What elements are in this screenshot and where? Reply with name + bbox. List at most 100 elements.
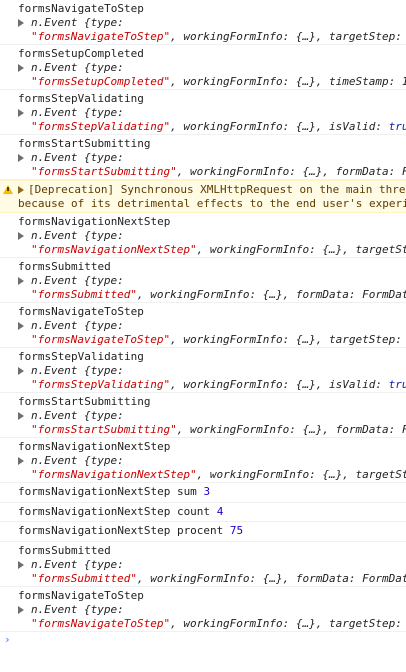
console-message: formsNavigationNextStep n.Event {type: "f…	[0, 438, 406, 483]
event-object-summary[interactable]: n.Event {type:	[18, 409, 406, 423]
console-message: formsStepValidating n.Event {type: "forms…	[0, 348, 406, 393]
object-preview-rest: , workingFormInfo: {…}, formData: FormDa…	[136, 288, 406, 301]
event-type-string: "formsNavigateToStep"	[31, 30, 171, 43]
event-type-string: "formsStartSubmitting"	[31, 165, 177, 178]
console-prompt[interactable]: ›	[0, 632, 406, 648]
event-type-string: "formsSubmitted"	[31, 288, 137, 301]
object-preview-rest: , workingFormInfo: {…}, targetStep:	[170, 30, 402, 43]
object-preview-body: "formsNavigateToStep", workingFormInfo: …	[18, 333, 406, 347]
log-label: formsStartSubmitting	[18, 137, 151, 150]
boolean-value: tru	[388, 378, 406, 391]
object-preview-head: n.Event {type:	[31, 16, 124, 29]
expand-triangle-icon[interactable]	[18, 19, 24, 27]
event-object-summary[interactable]: n.Event {type:	[18, 106, 406, 120]
object-preview-rest: , workingFormInfo: {…}, targetStep:	[170, 616, 402, 630]
log-label: formsStartSubmitting	[18, 395, 151, 408]
event-object-summary[interactable]: n.Event {type:	[18, 319, 406, 333]
object-preview-head: n.Event {type:	[31, 364, 124, 377]
expand-triangle-icon[interactable]	[18, 64, 24, 72]
object-preview-rest: , workingFormInfo: {…}, targetStep:	[170, 333, 402, 346]
console-message: formsNavigateToStep n.Event {type: "forms…	[0, 587, 406, 632]
event-object-summary[interactable]: n.Event {type:	[18, 16, 406, 30]
warning-text: because of its detrimental effects to th…	[18, 197, 406, 210]
log-line: formsNavigationNextStep count 4	[18, 505, 406, 519]
object-preview-body: "formsNavigateToStep", workingFormInfo: …	[18, 617, 406, 631]
object-preview-head: n.Event {type:	[31, 454, 124, 467]
warning-line: because of its detrimental effects to th…	[18, 197, 406, 211]
object-preview-rest: , workingFormInfo: {…}, timeStamp: 1	[170, 75, 406, 88]
log-label: formsStepValidating	[18, 92, 144, 105]
event-type-string: "formsNavigateToStep"	[31, 616, 171, 630]
object-preview-body: "formsNavigationNextStep", workingFormIn…	[18, 243, 406, 257]
expand-triangle-icon[interactable]	[18, 277, 24, 285]
console-message: formsNavigationNextStep sum 3	[0, 483, 406, 503]
log-label: formsNavigationNextStep sum	[18, 485, 204, 498]
console-message: formsStepValidating n.Event {type: "forms…	[0, 90, 406, 135]
number-value: 3	[203, 485, 211, 498]
warning-text: [Deprecation] Synchronous XMLHttpRequest…	[28, 183, 406, 196]
object-preview-head: n.Event {type:	[31, 557, 124, 571]
event-type-string: "formsSubmitted"	[31, 571, 137, 585]
event-type-string: "formsStepValidating"	[31, 378, 171, 391]
expand-triangle-icon[interactable]	[18, 412, 24, 420]
console-message: formsNavigationNextStep procent 75	[0, 522, 406, 542]
object-preview-body: "formsStartSubmitting", workingFormInfo:…	[18, 423, 406, 437]
object-preview-head: n.Event {type:	[31, 319, 124, 332]
expand-triangle-icon[interactable]	[18, 186, 24, 194]
warning-line[interactable]: [Deprecation] Synchronous XMLHttpRequest…	[18, 183, 406, 197]
object-preview-rest: , workingFormInfo: {…}, formData: F	[176, 423, 406, 436]
event-object-summary[interactable]: n.Event {type:	[18, 61, 406, 75]
deprecation-warning: [Deprecation] Synchronous XMLHttpRequest…	[0, 180, 406, 213]
number-value: 75	[229, 524, 244, 537]
console-panel: formsNavigateToStep n.Event {type: "forms…	[0, 0, 406, 672]
object-preview-head: n.Event {type:	[31, 274, 124, 287]
object-preview-body: "formsSetupCompleted", workingFormInfo: …	[18, 75, 406, 89]
expand-triangle-icon[interactable]	[18, 457, 24, 465]
console-message: formsNavigateToStep n.Event {type: "forms…	[0, 303, 406, 348]
object-preview-head: n.Event {type:	[31, 151, 124, 164]
console-message: formsSubmitted n.Event {type: "formsSubmi…	[0, 258, 406, 303]
event-object-summary[interactable]: n.Event {type:	[18, 274, 406, 288]
log-label: formsNavigateToStep	[18, 305, 144, 318]
event-type-string: "formsNavigationNextStep"	[31, 243, 197, 256]
event-object-summary[interactable]: n.Event {type:	[18, 454, 406, 468]
event-object-summary[interactable]: n.Event {type:	[18, 603, 406, 617]
event-object-summary[interactable]: n.Event {type:	[18, 558, 406, 572]
expand-triangle-icon[interactable]	[18, 154, 24, 162]
event-object-summary[interactable]: n.Event {type:	[18, 364, 406, 378]
object-preview-head: n.Event {type:	[31, 409, 124, 422]
expand-triangle-icon[interactable]	[18, 322, 24, 330]
log-label: formsNavigateToStep	[18, 588, 144, 602]
object-preview-body: "formsStepValidating", workingFormInfo: …	[18, 378, 406, 392]
object-preview-body: "formsStartSubmitting", workingFormInfo:…	[18, 165, 406, 179]
expand-triangle-icon[interactable]	[18, 232, 24, 240]
object-preview-head: n.Event {type:	[31, 602, 124, 616]
log-label: formsNavigateToStep	[18, 2, 144, 15]
console-message: formsStartSubmitting n.Event {type: "form…	[0, 135, 406, 180]
console-message: formsStartSubmitting n.Event {type: "form…	[0, 393, 406, 438]
number-value: 4	[216, 504, 224, 518]
console-message: formsSetupCompleted n.Event {type: "forms…	[0, 45, 406, 90]
object-preview-rest: , workingFormInfo: {…}, targetSt	[196, 468, 406, 481]
expand-triangle-icon[interactable]	[18, 109, 24, 117]
log-label: formsNavigationNextStep procent	[18, 524, 230, 537]
expand-triangle-icon[interactable]	[18, 605, 24, 614]
console-message: formsNavigateToStep n.Event {type: "forms…	[0, 0, 406, 45]
object-preview-rest: , workingFormInfo: {…}, isValid:	[170, 378, 389, 391]
object-preview-body: "formsNavigationNextStep", workingFormIn…	[18, 468, 406, 482]
log-label: formsSetupCompleted	[18, 47, 144, 60]
expand-triangle-icon[interactable]	[18, 560, 24, 569]
object-preview-rest: , workingFormInfo: {…}, formData: FormDa…	[136, 571, 406, 585]
log-line: formsNavigationNextStep sum 3	[18, 485, 406, 499]
log-line: formsNavigationNextStep procent 75	[18, 524, 406, 538]
event-type-string: "formsNavigationNextStep"	[31, 468, 197, 481]
event-object-summary[interactable]: n.Event {type:	[18, 151, 406, 165]
event-type-string: "formsNavigateToStep"	[31, 333, 171, 346]
expand-triangle-icon[interactable]	[18, 367, 24, 375]
event-object-summary[interactable]: n.Event {type:	[18, 229, 406, 243]
console-message: formsNavigationNextStep n.Event {type: "f…	[0, 213, 406, 258]
warning-icon-mark	[7, 187, 9, 191]
boolean-value: tru	[388, 120, 406, 133]
event-type-string: "formsStartSubmitting"	[31, 423, 177, 436]
object-preview-body: "formsSubmitted", workingFormInfo: {…}, …	[18, 572, 406, 586]
